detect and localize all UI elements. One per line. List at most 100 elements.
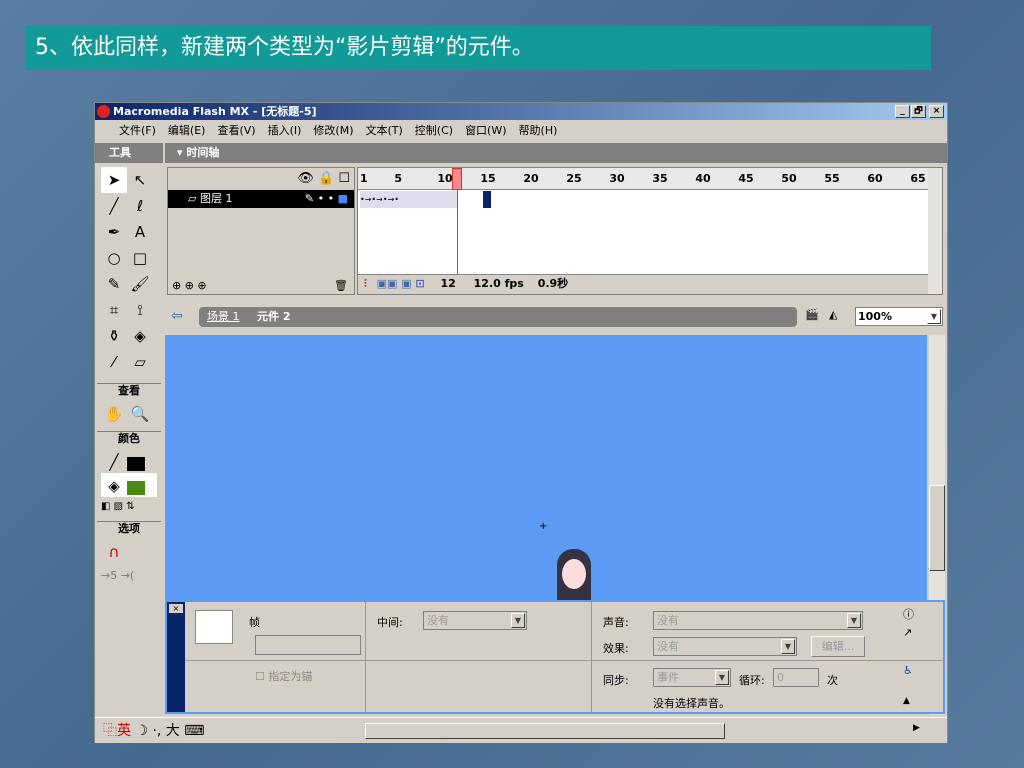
edit-sound-button[interactable]: 编辑...	[811, 636, 865, 657]
paint-bucket-icon[interactable]: ◈	[127, 323, 153, 349]
close-button[interactable]: ×	[929, 105, 944, 118]
edit-scene-icon[interactable]: 🎬	[805, 308, 819, 321]
frames-pane: 1 5 10 15 20 25 30 35 40 45 50 55 60 65 •→•→•→• ⫶ ▣▣ …	[357, 167, 943, 295]
subselect-tool-icon[interactable]: ↖	[127, 167, 153, 193]
menu-control[interactable]: 控制(C)	[415, 124, 453, 137]
pencil-tool-icon[interactable]: ✎	[101, 271, 127, 297]
vscroll-thumb[interactable]	[929, 485, 945, 571]
menu-window[interactable]: 窗口(W)	[465, 124, 506, 137]
edit-symbol-icon[interactable]: ◭	[829, 308, 837, 321]
ruler-tick-label: 45	[738, 172, 754, 185]
breadcrumb: 场景 1 元件 2	[199, 307, 797, 327]
view-section-label: 查看	[97, 383, 161, 397]
rectangle-tool-icon[interactable]: □	[127, 245, 153, 271]
menu-bar: 文件(F) 编辑(E) 查看(V) 插入(I) 修改(M) 文本(T) 控制(C) 窗口(W)…	[95, 121, 947, 141]
character-image[interactable]	[557, 549, 591, 600]
options-section-label: 选项	[97, 521, 161, 535]
ime-toolbar[interactable]: ⿻英 ☽ ·, 大 ⌨	[97, 720, 269, 742]
transform-tool-icon[interactable]: ⌗	[101, 297, 127, 323]
zoom-value: 100%	[858, 310, 892, 323]
tween-select[interactable]: 没有 ▼	[423, 611, 527, 630]
selected-frame[interactable]	[483, 191, 491, 208]
layer-header-icons: 👁 🔒 ☐	[168, 168, 354, 190]
menu-text[interactable]: 文本(T)	[365, 124, 402, 137]
add-layer-icons[interactable]: ⊕ ⊕ ⊕	[172, 279, 207, 292]
layer-row[interactable]: ▱ 图层 1 ✎ • • ■	[168, 190, 354, 208]
frame-ruler: 1 5 10 15 20 25 30 35 40 45 50 55 60 65	[358, 168, 928, 190]
menu-file[interactable]: 文件(F)	[119, 124, 156, 137]
ruler-tick-label: 1	[360, 172, 368, 185]
color-swap-buttons[interactable]: ◧ ▨ ⇅	[101, 497, 157, 517]
eraser-icon[interactable]: ▱	[127, 349, 153, 375]
onion-skin-icons[interactable]: ▣▣ ▣ ⊡	[377, 277, 425, 290]
snap-magnet-icon[interactable]: ∩	[101, 539, 127, 565]
timeline-header[interactable]: ▾ 时间轴	[165, 143, 947, 163]
stage[interactable]: +	[165, 335, 927, 600]
elapsed-time: 0.9秒	[537, 277, 569, 290]
ruler-tick-label: 60	[867, 172, 883, 185]
ime-language[interactable]: 英	[117, 723, 131, 739]
tween-frames[interactable]: •→•→•→•	[360, 191, 457, 208]
edit-bar: ⇦ 场景 1 元件 2 🎬 ◭ 100% ▼	[165, 305, 947, 329]
tools-title: 工具	[95, 143, 163, 163]
current-frame: 12	[440, 277, 456, 290]
playhead[interactable]	[452, 168, 462, 190]
eyedropper-icon[interactable]: ⁄	[101, 349, 127, 375]
scene-link[interactable]: 场景 1	[207, 310, 240, 323]
ruler-tick-label: 55	[824, 172, 840, 185]
accessibility-icon[interactable]: ♿	[903, 664, 913, 677]
menu-view[interactable]: 查看(V)	[217, 124, 255, 137]
outline-icon[interactable]: ☐	[338, 171, 350, 186]
ime-mode-icons[interactable]: ☽ ·, 大 ⌨	[135, 723, 204, 739]
symbol-crumb: 元件 2	[257, 310, 291, 323]
lasso-tool-icon[interactable]: ℓ	[127, 193, 153, 219]
brush-tool-icon[interactable]: 🖌	[127, 271, 153, 297]
sync-label: 同步:	[603, 674, 629, 687]
registration-crosshair: +	[539, 521, 548, 532]
timeline-vscroll[interactable]	[928, 168, 942, 294]
fill-color-swatch[interactable]	[127, 481, 145, 495]
oval-tool-icon[interactable]: ○	[101, 245, 127, 271]
properties-sidebar: ×	[167, 602, 185, 712]
lock-icon[interactable]: 🔒	[318, 171, 334, 186]
effect-select[interactable]: 没有 ▼	[653, 637, 797, 656]
maximize-button[interactable]: 🗗	[911, 105, 926, 118]
ruler-tick-label: 50	[781, 172, 797, 185]
menu-help[interactable]: 帮助(H)	[519, 124, 558, 137]
trash-icon[interactable]: 🗑	[334, 279, 348, 292]
frame-name-input[interactable]	[255, 635, 361, 655]
anchor-checkbox[interactable]: ☐ 指定为锚	[255, 668, 312, 684]
center-frame-icon[interactable]: ⫶	[358, 277, 373, 290]
hand-tool-icon[interactable]: ✋	[101, 401, 127, 427]
close-panel-icon[interactable]: ×	[169, 604, 183, 613]
window-title: Macromedia Flash MX - [无标题-5]	[113, 105, 317, 118]
fill-transform-tool-icon[interactable]: ⟟	[127, 297, 153, 323]
times-label: 次	[827, 674, 838, 687]
line-tool-icon[interactable]: ╱	[101, 193, 127, 219]
back-arrow-icon[interactable]: ⇦	[171, 308, 183, 324]
zoom-select[interactable]: 100% ▼	[855, 307, 943, 326]
eye-icon[interactable]: 👁	[297, 171, 314, 186]
collapse-panel-icon[interactable]: ▲	[903, 696, 910, 706]
loop-input[interactable]: 0	[773, 668, 819, 687]
minimize-button[interactable]: _	[895, 105, 910, 118]
scroll-right-arrow[interactable]: ▶	[913, 723, 920, 733]
stroke-color-swatch[interactable]	[127, 457, 145, 471]
straighten-icon[interactable]: →(	[121, 569, 135, 582]
menu-edit[interactable]: 编辑(E)	[168, 124, 206, 137]
menu-modify[interactable]: 修改(M)	[313, 124, 353, 137]
menu-insert[interactable]: 插入(I)	[268, 124, 302, 137]
help-icon[interactable]: ⓘ	[903, 606, 914, 622]
arrow-tool-icon[interactable]: ➤	[101, 167, 127, 193]
text-tool-icon[interactable]: A	[127, 219, 153, 245]
flash-window: Macromedia Flash MX - [无标题-5] _ 🗗 × 文件(F…	[94, 102, 948, 743]
pen-tool-icon[interactable]: ✒	[101, 219, 127, 245]
sound-select[interactable]: 没有 ▼	[653, 611, 863, 630]
sync-select[interactable]: 事件 ▼	[653, 668, 731, 687]
smooth-icon[interactable]: →5	[101, 569, 117, 582]
zoom-tool-icon[interactable]: 🔍	[127, 401, 153, 427]
frame-rate: 12.0 fps	[473, 277, 524, 290]
ink-bottle-icon[interactable]: ⚱	[101, 323, 127, 349]
hscroll-thumb[interactable]	[365, 723, 725, 739]
actions-icon[interactable]: ↗	[903, 626, 912, 639]
